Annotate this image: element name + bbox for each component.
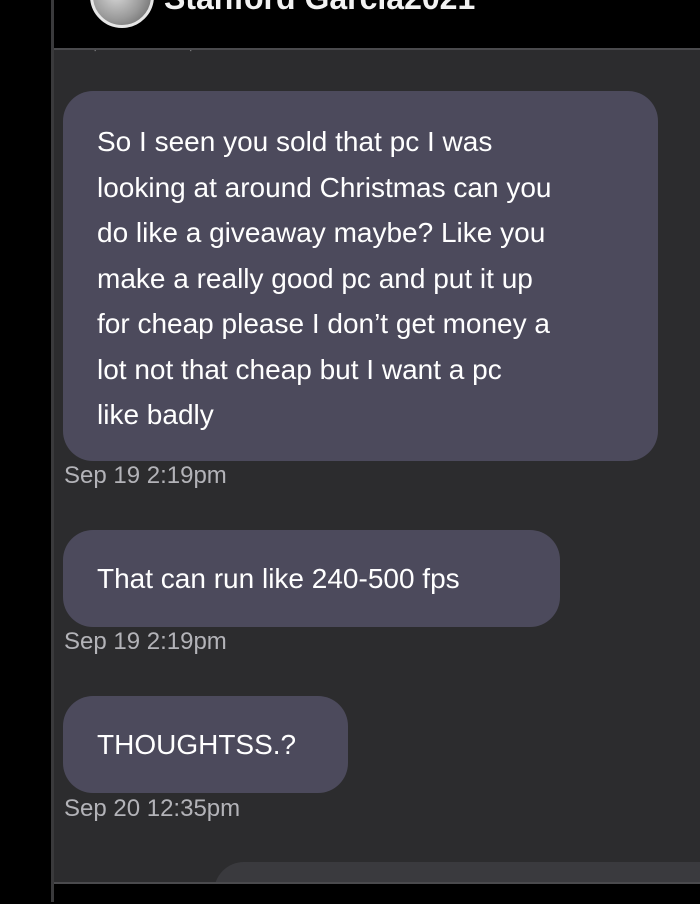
message-bubble[interactable]: So I seen you sold that pc I was looking…	[63, 91, 658, 461]
contact-name[interactable]: Stanford Garcia2021	[164, 0, 475, 17]
bottom-bar	[54, 882, 700, 904]
message-timestamp: Sep 20 12:35pm	[64, 795, 241, 822]
contact-avatar[interactable]	[90, 0, 154, 28]
app-window: Stanford Garcia2021 ' ' So I seen you so…	[0, 0, 700, 904]
message-timestamp: Sep 19 2:19pm	[64, 462, 227, 489]
message-thread[interactable]: ' ' So I seen you sold that pc I was loo…	[54, 50, 700, 882]
message-bubble[interactable]: That can run like 240-500 fps	[63, 530, 560, 627]
next-message-bubble-partial[interactable]	[214, 862, 700, 882]
message-timestamp: Sep 19 2:19pm	[64, 628, 227, 655]
message-bubble[interactable]: THOUGHTSS.?	[63, 696, 348, 793]
conversation-header: Stanford Garcia2021	[54, 0, 700, 50]
previous-timestamp-fragment: ' '	[94, 50, 192, 60]
